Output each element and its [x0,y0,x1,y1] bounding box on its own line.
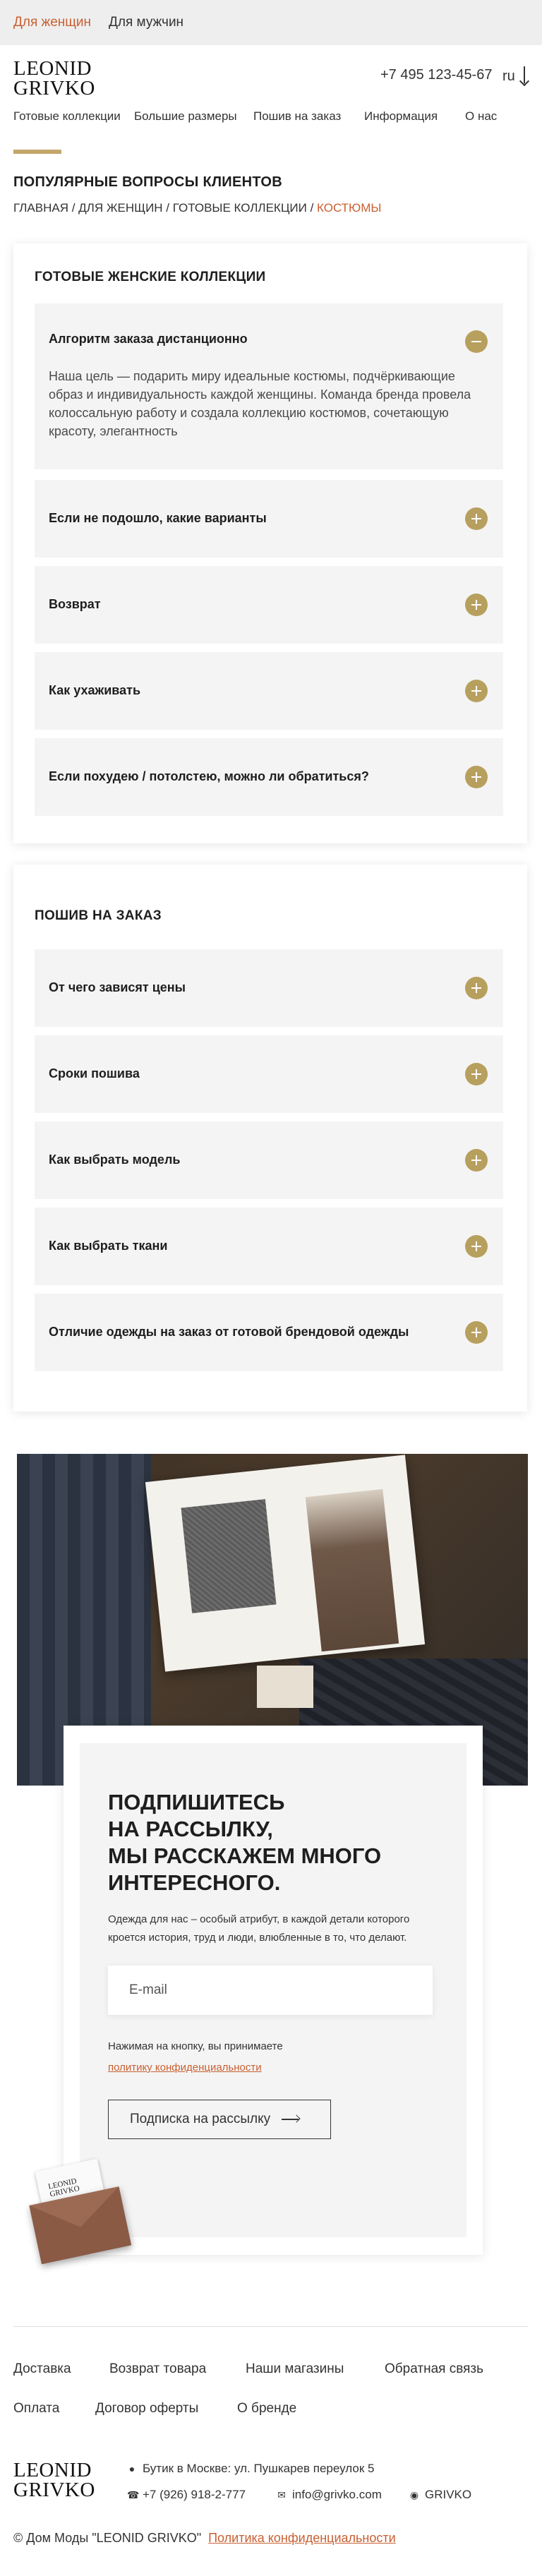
faq-question: Отличие одежды на заказ от готовой бренд… [49,1325,409,1339]
faq-item-expanded[interactable]: Алгоритм заказа дистанционно Наша цель —… [35,303,503,469]
faq-section-title: ГОТОВЫЕ ЖЕНСКИЕ КОЛЛЕКЦИИ [35,270,266,284]
faq-question: Как ухаживать [49,683,141,697]
plus-circle-icon[interactable] [465,1321,488,1344]
faq-item[interactable]: Возврат [35,566,503,644]
footer-link-stores[interactable]: Наши магазины [246,2361,344,2377]
faq-question: Алгоритм заказа дистанционно [49,332,248,346]
faq-item[interactable]: Если похудею / потолстею, можно ли обрат… [35,738,503,816]
footer-email[interactable]: ✉ info@grivko.com [277,2488,382,2502]
subscribe-button[interactable]: Подписка на рассылку [108,2100,331,2139]
plus-circle-icon[interactable] [465,680,488,702]
faq-tailoring: ПОШИВ НА ЗАКАЗ От чего зависят цены Срок… [13,865,527,1412]
newsletter-block: ПОДПИШИТЕСЬ НА РАССЫЛКУ, МЫ РАССКАЖЕМ МН… [64,1726,483,2255]
newsletter-description: Одежда для нас – особый атрибут, в каждо… [108,1913,410,1944]
footer-divider [13,2326,528,2327]
footer-link-about-brand[interactable]: О бренде [237,2401,296,2416]
faq-item[interactable]: От чего зависят цены [35,949,503,1027]
faq-item[interactable]: Если не подошло, какие варианты [35,480,503,558]
footer-social[interactable]: ◉ GRIVKO [409,2488,471,2502]
faq-question: Как выбрать ткани [49,1239,168,1253]
breadcrumb-home[interactable]: ГЛАВНАЯ [13,201,68,215]
main-nav: Готовые коллекции Большие размеры Пошив … [13,109,542,131]
breadcrumb-current: КОСТЮМЫ [317,201,382,215]
footer-link-delivery[interactable]: Доставка [13,2361,71,2377]
footer-link-returns[interactable]: Возврат товара [109,2361,206,2377]
plus-circle-icon[interactable] [465,594,488,616]
faq-ready-collections: ГОТОВЫЕ ЖЕНСКИЕ КОЛЛЕКЦИИ Алгоритм заказ… [13,243,527,843]
newsletter-panel: ПОДПИШИТЕСЬ НА РАССЫЛКУ, МЫ РАССКАЖЕМ МН… [80,1743,466,2237]
footer-link-payment[interactable]: Оплата [13,2401,59,2416]
arrow-right-icon [282,2116,300,2123]
header-phone[interactable]: +7 495 123-45-67 [380,67,492,83]
newsletter-title: ПОДПИШИТЕСЬ НА РАССЫЛКУ, МЫ РАССКАЖЕМ МН… [108,1790,382,1895]
copyright: © Дом Моды "LEONID GRIVKO" Политика конфи… [13,2531,396,2545]
plus-circle-icon[interactable] [465,1063,488,1085]
faq-question: Если похудею / потолстею, можно ли обрат… [49,769,369,783]
minus-circle-icon[interactable] [465,330,488,353]
page-title: ПОПУЛЯРНЫЕ ВОПРОСЫ КЛИЕНТОВ [13,174,282,190]
footer-link-offer[interactable]: Договор оферты [95,2401,198,2416]
plus-circle-icon[interactable] [465,977,488,999]
plus-circle-icon[interactable] [465,766,488,788]
nav-item-about[interactable]: О нас [465,109,497,124]
nav-item-plus-sizes[interactable]: Большие размеры [134,109,237,124]
instagram-icon: ◉ [409,2489,419,2500]
footer-address: ● Бутик в Москве: ул. Пушкарев переулок … [127,2462,375,2476]
brand-logo[interactable]: LEONID GRIVKO [13,59,95,99]
consent-note: Нажимая на кнопку, вы принимаете политик… [108,2036,283,2078]
gender-switch-bar: Для женщин Для мужчин [0,0,542,45]
fabric-sample [181,1499,277,1613]
phone-icon: ☎ [127,2489,140,2500]
nav-item-info[interactable]: Информация [364,109,438,124]
tab-women[interactable]: Для женщин [13,15,91,30]
faq-item[interactable]: Как ухаживать [35,652,503,730]
model-photo [305,1488,399,1652]
language-label: ru [502,68,515,84]
faq-item[interactable]: Сроки пошива [35,1035,503,1113]
footer-link-feedback[interactable]: Обратная связь [385,2361,483,2377]
faq-question: От чего зависят цены [49,980,186,994]
nav-item-tailoring[interactable]: Пошив на заказ [253,109,341,124]
brand-envelope-image: LEONID GRIVKO [23,2154,140,2271]
faq-section-title: ПОШИВ НА ЗАКАЗ [35,908,162,923]
arrow-down-icon [521,66,528,86]
nav-active-indicator [13,150,61,154]
plus-circle-icon[interactable] [465,1235,488,1258]
faq-answer: Наша цель — подарить миру идеальные кост… [49,369,471,438]
breadcrumb: ГЛАВНАЯ / ДЛЯ ЖЕНЩИН / ГОТОВЫЕ КОЛЛЕКЦИИ… [13,201,382,215]
faq-item[interactable]: Как выбрать ткани [35,1208,503,1285]
brand-box [257,1666,313,1708]
footer-logo[interactable]: LEONID GRIVKO [13,2460,95,2500]
faq-question: Если не подошло, какие варианты [49,511,267,525]
plus-circle-icon[interactable] [465,507,488,530]
privacy-policy-link[interactable]: политику конфиденциальности [108,2057,283,2078]
faq-question: Как выбрать модель [49,1152,181,1167]
faq-item[interactable]: Как выбрать модель [35,1121,503,1199]
location-pin-icon: ● [128,2463,136,2474]
breadcrumb-women[interactable]: ДЛЯ ЖЕНЩИН [78,201,162,215]
breadcrumb-collections[interactable]: ГОТОВЫЕ КОЛЛЕКЦИИ [173,201,307,215]
footer-privacy-link[interactable]: Политика конфиденциальности [208,2531,396,2545]
nav-item-ready-collections[interactable]: Готовые коллекции [13,109,121,124]
footer-phone[interactable]: ☎ +7 (926) 918-2-777 [127,2488,246,2502]
faq-item[interactable]: Отличие одежды на заказ от готовой бренд… [35,1294,503,1371]
faq-question: Сроки пошива [49,1066,140,1081]
language-switcher[interactable]: ru [502,66,528,86]
email-field[interactable] [108,1966,433,2015]
envelope-icon: ✉ [277,2489,286,2500]
plus-circle-icon[interactable] [465,1149,488,1172]
tab-men[interactable]: Для мужчин [109,15,183,30]
faq-question: Возврат [49,597,101,611]
